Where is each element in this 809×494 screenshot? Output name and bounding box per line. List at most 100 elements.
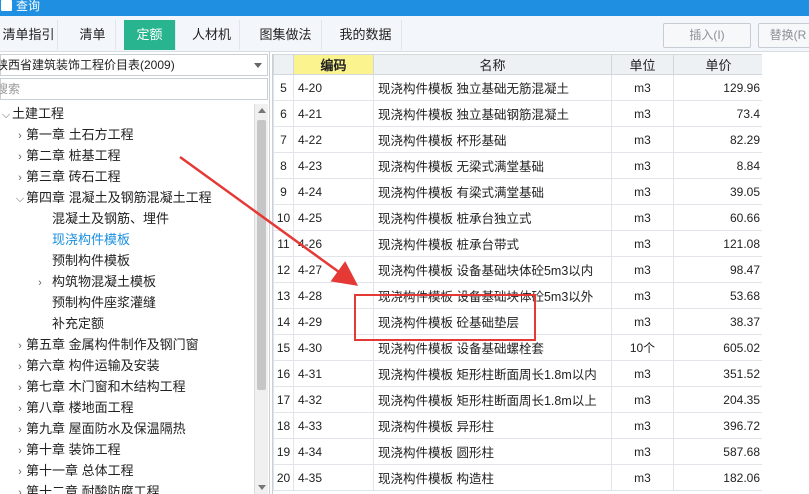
row-name[interactable]: 现浇构件模板 构造柱 [373,464,612,491]
row-code[interactable]: 4-34 [293,438,374,465]
row-index[interactable]: 9 [273,178,294,205]
table-row[interactable]: 19 4-34 现浇构件模板 圆形柱 m3 587.68 [273,438,762,465]
tree-item[interactable]: ⌵ 第四章 混凝土及钢筋混凝土工程 [14,188,212,208]
row-code[interactable]: 4-28 [293,282,374,309]
tree-item[interactable]: › 第二章 桩基工程 [14,146,120,166]
row-unit[interactable]: m3 [611,360,674,387]
row-name[interactable]: 现浇构件模板 桩承台独立式 [373,204,612,231]
row-index[interactable]: 19 [273,438,294,465]
row-name[interactable]: 现浇构件模板 砼基础垫层 [373,308,612,335]
tree-scrollbar[interactable] [254,104,268,494]
tree-item[interactable]: ⌵ 土建工程 [0,104,64,124]
row-price[interactable]: 605.02 [673,334,762,361]
row-name[interactable]: 现浇构件模板 独立基础无筋混凝土 [373,74,612,101]
tree-item[interactable]: › 构筑物混凝土模板 [34,272,156,292]
table-row[interactable]: 12 4-27 现浇构件模板 设备基础块体砼5m3以内 m3 98.47 [273,256,762,283]
table-row[interactable]: 17 4-32 现浇构件模板 矩形柱断面周长1.8m以上 m3 204.35 [273,386,762,413]
row-code[interactable]: 4-35 [293,464,374,491]
row-code[interactable]: 4-21 [293,100,374,127]
row-price[interactable]: 121.08 [673,230,762,257]
row-price[interactable]: 587.68 [673,438,762,465]
row-code[interactable]: 4-24 [293,178,374,205]
row-price[interactable]: 73.4 [673,100,762,127]
table-row[interactable]: 15 4-30 现浇构件模板 设备基础螺栓套 10个 605.02 [273,334,762,361]
tree-item[interactable]: 补充定额 [52,314,104,334]
row-name[interactable]: 现浇构件模板 杯形基础 [373,126,612,153]
table-row[interactable]: 10 4-25 现浇构件模板 桩承台独立式 m3 60.66 [273,204,762,231]
row-price[interactable]: 98.47 [673,256,762,283]
tree-item[interactable]: › 第六章 构件运输及安装 [14,356,159,377]
search-input[interactable]: 搜索 [0,78,268,100]
row-price[interactable]: 8.84 [673,152,762,179]
row-index[interactable]: 16 [273,360,294,387]
col-header-index[interactable] [273,54,294,75]
chevron-right-icon[interactable]: › [14,168,26,188]
row-unit[interactable]: m3 [611,230,674,257]
tree-item[interactable]: › 第七章 木门窗和木结构工程 [14,377,185,397]
col-header-code[interactable]: 编码 [293,54,374,75]
row-price[interactable]: 396.72 [673,412,762,439]
row-unit[interactable]: m3 [611,308,674,335]
row-name[interactable]: 现浇构件模板 异形柱 [373,412,612,439]
col-header-name[interactable]: 名称 [373,54,612,75]
table-row[interactable]: 9 4-24 现浇构件模板 有梁式满堂基础 m3 39.05 [273,178,762,205]
row-name[interactable]: 现浇构件模板 设备基础螺栓套 [373,334,612,361]
tree-item[interactable]: › 第八章 楼地面工程 [14,398,133,419]
scroll-thumb[interactable] [257,120,266,390]
tree-item[interactable]: 预制构件模板 [52,251,130,271]
row-name[interactable]: 现浇构件模板 矩形柱断面周长1.8m以上 [373,386,612,413]
row-code[interactable]: 4-22 [293,126,374,153]
row-index[interactable]: 10 [273,204,294,231]
row-name[interactable]: 现浇构件模板 独立基础钢筋混凝土 [373,100,612,127]
row-price[interactable]: 60.66 [673,204,762,231]
table-row[interactable]: 16 4-31 现浇构件模板 矩形柱断面周长1.8m以内 m3 351.52 [273,360,762,387]
row-name[interactable]: 现浇构件模板 设备基础块体砼5m3以内 [373,256,612,283]
table-row[interactable]: 7 4-22 现浇构件模板 杯形基础 m3 82.29 [273,126,762,153]
row-price[interactable]: 82.29 [673,126,762,153]
tab-bill[interactable]: 清单 [70,20,116,50]
chevron-right-icon[interactable]: › [14,399,26,419]
tab-labor-material[interactable]: 人材机 [184,20,240,50]
tree-item[interactable]: › 第一章 土石方工程 [14,125,133,146]
table-row[interactable]: 11 4-26 现浇构件模板 桩承台带式 m3 121.08 [273,230,762,257]
row-unit[interactable]: m3 [611,74,674,101]
row-index[interactable]: 11 [273,230,294,257]
row-code[interactable]: 4-27 [293,256,374,283]
replace-button[interactable]: 替换(R [758,23,809,48]
table-row[interactable]: 14 4-29 现浇构件模板 砼基础垫层 m3 38.37 [273,308,762,335]
row-price[interactable]: 182.06 [673,464,762,491]
tree-item[interactable]: › 第五章 金属构件制作及钢门窗 [14,335,198,356]
row-name[interactable]: 现浇构件模板 圆形柱 [373,438,612,465]
row-unit[interactable]: m3 [611,438,674,465]
tree-item[interactable]: 混凝土及钢筋、埋件 [52,209,169,229]
tab-bill-guide[interactable]: 清单指引 [0,20,58,50]
row-index[interactable]: 20 [273,464,294,491]
chevron-right-icon[interactable]: › [14,336,26,356]
tree-item[interactable]: › 第三章 砖石工程 [14,167,120,188]
row-index[interactable]: 7 [273,126,294,153]
table-row[interactable]: 6 4-21 现浇构件模板 独立基础钢筋混凝土 m3 73.4 [273,100,762,127]
row-unit[interactable]: 10个 [611,334,674,361]
row-code[interactable]: 4-31 [293,360,374,387]
insert-button[interactable]: 插入(I) [663,23,751,48]
row-index[interactable]: 8 [273,152,294,179]
chevron-right-icon[interactable]: › [14,420,26,440]
tree-item[interactable]: 预制构件座浆灌缝 [52,293,156,313]
row-price[interactable]: 129.96 [673,74,762,101]
scroll-up-icon[interactable] [258,108,266,113]
row-code[interactable]: 4-23 [293,152,374,179]
chevron-right-icon[interactable]: › [14,126,26,146]
table-row[interactable]: 8 4-23 现浇构件模板 无梁式满堂基础 m3 8.84 [273,152,762,179]
row-code[interactable]: 4-26 [293,230,374,257]
row-unit[interactable]: m3 [611,178,674,205]
tree-item-selected[interactable]: 现浇构件模板 [52,230,130,250]
tree-item[interactable]: › 第九章 屋面防水及保温隔热 [14,419,185,440]
chevron-right-icon[interactable]: › [34,273,46,293]
row-code[interactable]: 4-32 [293,386,374,413]
chevron-right-icon[interactable]: › [14,357,26,377]
chevron-right-icon[interactable]: › [14,441,26,461]
row-price[interactable]: 204.35 [673,386,762,413]
row-unit[interactable]: m3 [611,412,674,439]
row-index[interactable]: 12 [273,256,294,283]
row-price[interactable]: 53.68 [673,282,762,309]
